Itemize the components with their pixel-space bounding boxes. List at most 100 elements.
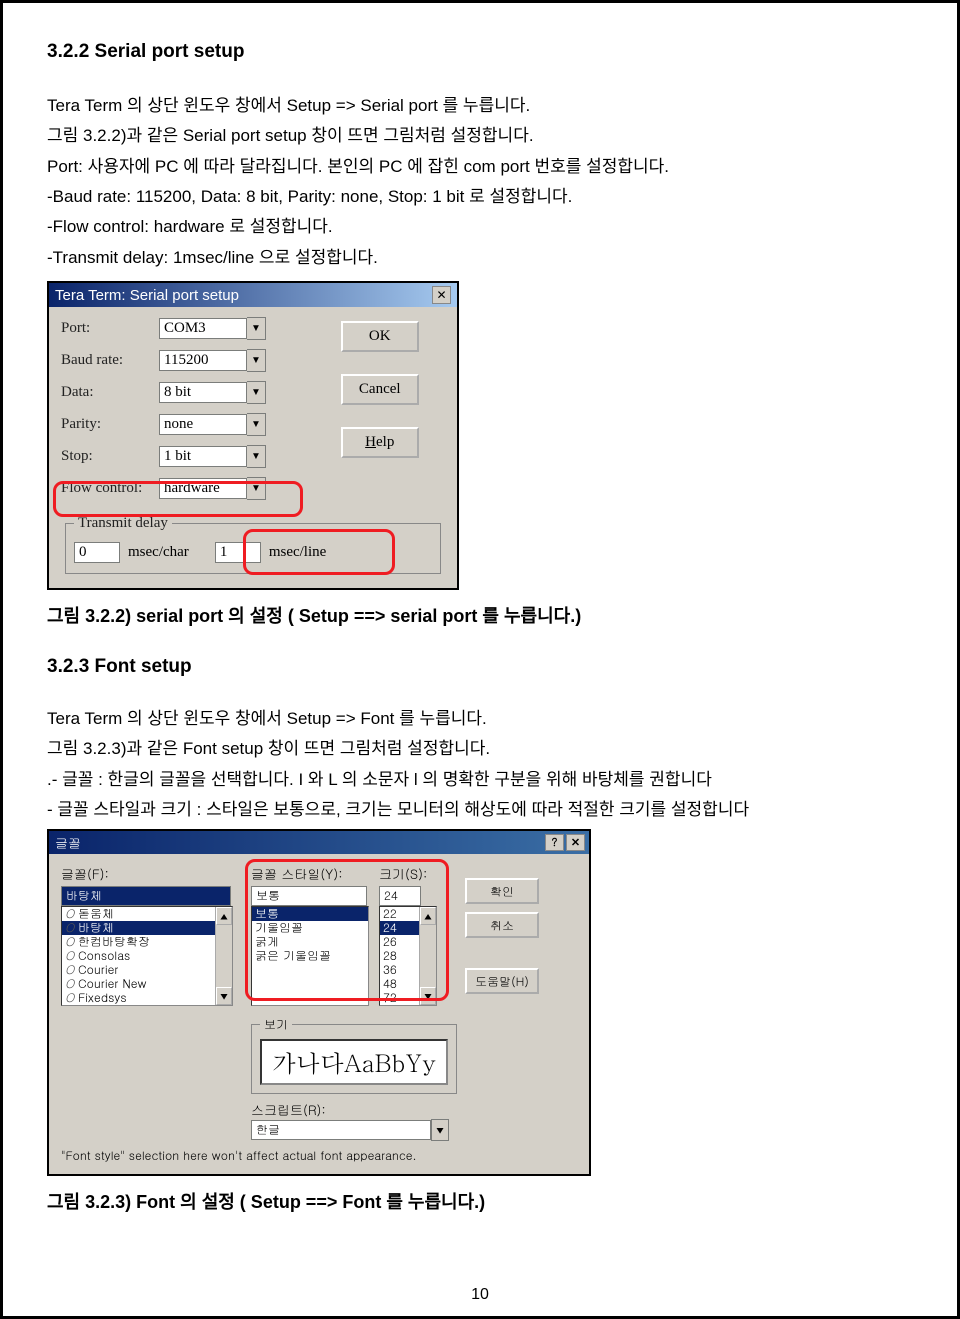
port-value: COM3 [159,318,247,339]
scroll-up-icon[interactable]: ▲ [420,907,436,925]
body-text: 그림 3.2.3)과 같은 Font setup 창이 뜨면 그림처럼 설정합니… [47,736,913,762]
page-number: 10 [3,1286,957,1304]
script-row: 스크립트(R): 한글▼ [251,1100,577,1141]
script-combo[interactable]: 한글 [251,1120,431,1140]
dialog-body: 글꼴(F): 바탕체 O돋움체O바탕체O한컴바탕확장OConsolasOCour… [49,854,589,1174]
ok-button[interactable]: 확인 [465,878,539,904]
dialog-titlebar: Tera Term: Serial port setup ✕ [49,283,457,307]
data-combo[interactable]: 8 bit ▼ [159,381,266,404]
body-text: 그림 3.2.2)과 같은 Serial port setup 창이 뜨면 그림… [47,123,913,149]
style-listbox[interactable]: 보통기울임꼴굵게굵은 기울임꼴 [251,906,369,1006]
preview-legend: 보기 [260,1016,292,1033]
body-text: .- 글꼴 : 한글의 글꼴을 선택합니다. I 와 L 의 소문자 l 의 명… [47,767,913,793]
style-input[interactable]: 보통 [251,886,367,906]
parity-combo[interactable]: none ▼ [159,413,266,436]
size-column: 크기(S): 24 22242628364872 ▲ ▼ [379,864,437,1006]
label-parity: Parity: [61,416,159,433]
dialog-title: 글꼴 [55,833,81,852]
chevron-down-icon[interactable]: ▼ [247,477,266,500]
figure-caption-323: 그림 3.2.3) Font 의 설정 ( Setup ==> Font 를 누… [47,1188,913,1214]
size-listbox[interactable]: 22242628364872 ▲ ▼ [379,906,437,1006]
section-title-322: 3.2.2 Serial port setup [47,41,913,63]
cancel-button[interactable]: Cancel [341,374,419,405]
size-input[interactable]: 24 [379,886,421,906]
dialog-title: Tera Term: Serial port setup [55,287,239,304]
font-listbox[interactable]: O돋움체O바탕체O한컴바탕확장OConsolasOCourierOCourier… [61,906,233,1006]
msec-char-label: msec/char [128,544,189,561]
chevron-down-icon[interactable]: ▼ [247,381,266,404]
label-font: 글꼴(F): [61,864,241,883]
baud-combo[interactable]: 115200 ▼ [159,349,266,372]
preview-group: 보기 가나다AaBbYy [251,1016,457,1094]
label-flow: Flow control: [61,480,159,497]
flow-value: hardware [159,478,247,499]
row-port: Port: COM3 ▼ [61,317,321,340]
row-parity: Parity: none ▼ [61,413,321,436]
dialog-buttons: OK Cancel Help [341,321,419,480]
chevron-down-icon[interactable]: ▼ [247,445,266,468]
help-button[interactable]: 도움말(H) [465,968,539,994]
label-port: Port: [61,320,159,337]
transmit-delay-group: Transmit delay 0 msec/char 1 msec/line [65,515,441,574]
scroll-down-icon[interactable]: ▼ [216,987,232,1005]
ok-button[interactable]: OK [341,321,419,352]
font-dialog: 글꼴 ? ✕ 글꼴(F): 바탕체 O돋움체O바탕체O한컴바탕확장OConsol… [47,829,591,1176]
parity-value: none [159,414,247,435]
flow-combo[interactable]: hardware ▼ [159,477,266,500]
body-text: - 글꼴 스타일과 크기 : 스타일은 보통으로, 크기는 모니터의 해상도에 … [47,797,913,823]
scrollbar[interactable]: ▲ ▼ [215,907,232,1005]
label-baud: Baud rate: [61,352,159,369]
msec-char-input[interactable]: 0 [74,542,120,563]
dialog-buttons: 확인 취소 도움말(H) [465,878,539,1002]
body-text: Tera Term 의 상단 윈도우 창에서 Setup => Font 를 누… [47,706,913,732]
body-text: Port: 사용자에 PC 에 따라 달라집니다. 본인의 PC 에 잡힌 co… [47,154,913,180]
body-text: -Transmit delay: 1msec/line 으로 설정합니다. [47,245,913,271]
label-stop: Stop: [61,448,159,465]
body-text: Tera Term 의 상단 윈도우 창에서 Setup => Serial p… [47,93,913,119]
document-page: 3.2.2 Serial port setup Tera Term 의 상단 윈… [0,0,960,1319]
label-size: 크기(S): [379,864,437,883]
font-type-icon: O [65,991,78,1005]
baud-value: 115200 [159,350,247,371]
font-column: 글꼴(F): 바탕체 O돋움체O바탕체O한컴바탕확장OConsolasOCour… [61,864,241,1006]
label-script: 스크립트(R): [251,1100,577,1119]
label-style: 글꼴 스타일(Y): [251,864,369,883]
serial-port-dialog: Tera Term: Serial port setup ✕ Port: COM… [47,281,459,590]
row-baud: Baud rate: 115200 ▼ [61,349,321,372]
preview-text: 가나다AaBbYy [260,1039,448,1085]
close-icon[interactable]: ✕ [566,834,585,851]
scrollbar[interactable]: ▲ ▼ [419,907,436,1005]
list-item[interactable]: OFixedsys [62,991,232,1005]
scroll-up-icon[interactable]: ▲ [216,907,232,925]
chevron-down-icon[interactable]: ▼ [431,1119,449,1141]
body-text: -Baud rate: 115200, Data: 8 bit, Parity:… [47,184,913,210]
body-text: -Flow control: hardware 로 설정합니다. [47,214,913,240]
help-icon[interactable]: ? [545,834,564,851]
row-stop: Stop: 1 bit ▼ [61,445,321,468]
stop-value: 1 bit [159,446,247,467]
row-data: Data: 8 bit ▼ [61,381,321,404]
help-button[interactable]: Help [341,427,419,458]
label-data: Data: [61,384,159,401]
dialog-titlebar: 글꼴 ? ✕ [49,831,589,854]
chevron-down-icon[interactable]: ▼ [247,413,266,436]
style-column: 글꼴 스타일(Y): 보통 보통기울임꼴굵게굵은 기울임꼴 [251,864,369,1006]
close-icon[interactable]: ✕ [432,286,451,304]
list-item[interactable]: 굵은 기울임꼴 [252,949,368,963]
section-title-323: 3.2.3 Font setup [47,656,913,678]
stop-combo[interactable]: 1 bit ▼ [159,445,266,468]
transmit-delay-legend: Transmit delay [74,515,172,532]
font-input[interactable]: 바탕체 [61,886,231,906]
figure-caption-322: 그림 3.2.2) serial port 의 설정 ( Setup ==> s… [47,602,913,628]
row-flow: Flow control: hardware ▼ [61,477,321,500]
dialog-body: Port: COM3 ▼ Baud rate: 115200 ▼ Data: [49,307,457,588]
chevron-down-icon[interactable]: ▼ [247,349,266,372]
bottom-note: "Font style" selection here won't affect… [61,1147,577,1164]
cancel-button[interactable]: 취소 [465,912,539,938]
chevron-down-icon[interactable]: ▼ [247,317,266,340]
scroll-down-icon[interactable]: ▼ [420,987,436,1005]
msec-line-label: msec/line [269,544,326,561]
port-combo[interactable]: COM3 ▼ [159,317,266,340]
data-value: 8 bit [159,382,247,403]
msec-line-input[interactable]: 1 [215,542,261,563]
